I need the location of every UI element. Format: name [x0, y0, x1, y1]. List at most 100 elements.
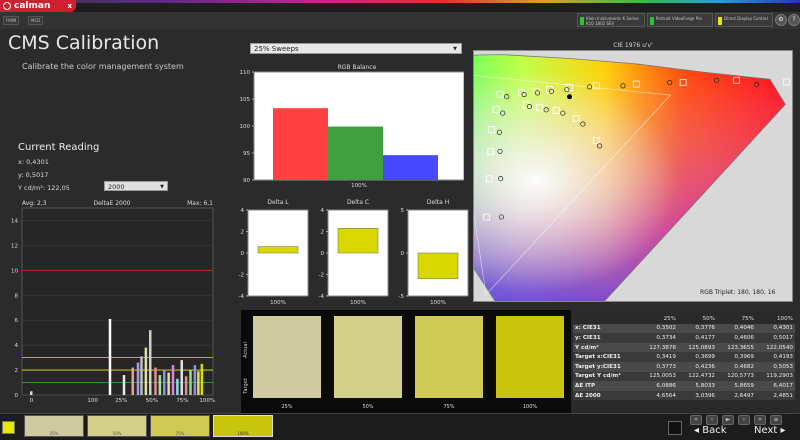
swatch-50[interactable]: [334, 316, 402, 398]
table-cell: 125,0053: [639, 371, 678, 382]
deltae-bar: [176, 378, 179, 395]
table-cell: 120,5773: [717, 371, 756, 382]
table-cell: 125,0893: [678, 342, 717, 353]
delta-bar: [257, 246, 299, 254]
help-icon[interactable]: ?: [788, 14, 800, 26]
last-icon[interactable]: »: [754, 415, 766, 425]
chevron-down-icon: ▼: [160, 184, 164, 190]
delta-chart-title: Delta H: [427, 199, 449, 206]
delta-tick-label: 5: [401, 208, 405, 214]
deltae-x-tick-label: 100%: [199, 398, 215, 404]
calman-logo[interactable]: calman x: [0, 0, 76, 12]
swatch-100[interactable]: [496, 316, 564, 398]
readings-table-panel: 25% 50% 75% 100% x: CIE31 0,3502 0,3776 0,4046 0…: [573, 310, 795, 414]
deltae-chart-title: DeltaE 2000: [94, 200, 131, 207]
target-label: Target: [243, 378, 249, 395]
delta-bar: [417, 252, 459, 280]
cie-whitepoint-glow: [382, 54, 786, 372]
rgb-x-label: 100%: [351, 183, 367, 189]
table-row-label: Target x:CIE31: [573, 352, 639, 362]
delta-x-label: 100%: [270, 300, 286, 306]
deltae-avg-label: Avg: 2,3: [22, 200, 47, 207]
cie-target-marker: [783, 78, 791, 86]
bottom-chip-25[interactable]: 25%: [24, 415, 84, 437]
table-cell: 0,3734: [639, 333, 678, 343]
delta-tick-label: -4: [239, 294, 245, 300]
deltae-bar: [200, 363, 204, 395]
table-cell: 0,4193: [756, 352, 795, 362]
table-row: x: CIE31 0,3502 0,3776 0,4046 0,4301: [573, 323, 795, 334]
table-cell: 2,4851: [756, 390, 795, 401]
delta-l-chart: Delta L -4 -2 0 2 4 100%: [239, 199, 309, 306]
table-cell: 122,0540: [756, 342, 795, 353]
table-cell: 0,3969: [717, 352, 756, 362]
delta-bar: [337, 228, 379, 254]
deltae-bar: [108, 318, 112, 395]
deltae-tick-label: 8: [15, 293, 19, 299]
meter-status-icon: [580, 17, 584, 25]
sweep-select[interactable]: 25% Sweeps ▼: [250, 43, 462, 54]
rgb-tick-label: 90: [243, 178, 250, 184]
table-header-cell: 25%: [663, 315, 676, 322]
next-icon[interactable]: ›: [738, 415, 750, 425]
device-meter[interactable]: Klein Instruments K Series K10 1802 SEV: [577, 13, 645, 27]
play-icon[interactable]: ►: [722, 415, 734, 425]
device-display-label: Direct Display Control: [724, 16, 768, 21]
delta-c-chart: Delta C -4 -2 0 2 4 100%: [319, 199, 389, 306]
cie-diagram[interactable]: [382, 50, 793, 372]
deltae-plot-area: [21, 207, 214, 396]
next-button[interactable]: Next ▸: [754, 425, 786, 436]
table-cell: 6,4017: [756, 381, 795, 391]
delta-h-chart: Delta H -5 0 5 100%: [399, 199, 469, 306]
actual-label: Actual: [243, 342, 249, 358]
delta-tick-label: -2: [319, 273, 324, 279]
deltae-bar: [136, 362, 140, 395]
deltae-bar: [122, 375, 126, 395]
tab-mcd[interactable]: MCD: [28, 16, 44, 25]
swatch-25[interactable]: [253, 316, 321, 398]
table-row-label: ΔE ITP: [573, 381, 639, 391]
deltae-bar: [144, 347, 148, 395]
table-cell: 0,3419: [639, 352, 678, 362]
device-display[interactable]: Direct Display Control: [715, 13, 773, 27]
table-cell: 0,4301: [756, 323, 795, 334]
rgb-tick-label: 105: [240, 97, 251, 103]
table-cell: 0,3773: [639, 361, 678, 372]
display-status-icon: [718, 17, 722, 25]
settings-icon[interactable]: ⚙: [775, 14, 787, 26]
deltae-tick-label: 6: [15, 318, 19, 324]
bottom-chip-50[interactable]: 50%: [87, 415, 147, 437]
delta-tick-label: 0: [241, 251, 245, 257]
table-row-label: y: CIE31: [573, 333, 639, 343]
prev-icon[interactable]: ‹: [706, 415, 718, 425]
table-row: ΔE 2000 4,6564 3,0396 2,6497 2,4851: [573, 390, 795, 401]
table-cell: 0,4177: [678, 333, 717, 343]
table-cell: 6,0886: [639, 381, 678, 391]
back-button[interactable]: ◂ Back: [694, 425, 726, 436]
delta-tick-label: 0: [401, 251, 405, 257]
deltae-tick-label: 14: [11, 218, 18, 224]
stop-icon[interactable]: [668, 421, 682, 435]
table-cell: 5,8033: [678, 381, 717, 391]
tab-fmim[interactable]: FMIM: [3, 16, 20, 25]
menu-icon[interactable]: ≡: [770, 415, 782, 425]
table-cell: 0,3776: [678, 323, 717, 334]
table-row-label: x: CIE31: [573, 323, 639, 334]
swatch-75[interactable]: [415, 316, 483, 398]
bottom-chip-100[interactable]: 100%: [213, 415, 273, 437]
sweep-select-value: 25% Sweeps: [254, 45, 299, 53]
delta-x-label: 100%: [430, 300, 446, 306]
logo-close-icon[interactable]: x: [67, 0, 72, 12]
bottom-chip-75[interactable]: 75%: [150, 415, 210, 437]
table-row: Target y:CIE31 0,3773 0,4236 0,4682 0,5053: [573, 361, 795, 372]
delta-e-select[interactable]: 2000 ▼: [104, 181, 168, 191]
table-row-label: Target Y cd/m²: [573, 371, 639, 382]
device-generator[interactable]: Portrait VideoForge Pro: [647, 13, 713, 27]
deltae-x-tick-label: 50%: [146, 398, 158, 404]
generator-status-icon: [650, 17, 654, 25]
deltae-max-label: Max: 6,1: [187, 200, 213, 207]
delta-tick-label: 4: [241, 208, 245, 214]
table-cell: 0,4236: [678, 361, 717, 372]
next-arrow-icon: ▸: [777, 425, 786, 436]
first-icon[interactable]: «: [690, 415, 702, 425]
